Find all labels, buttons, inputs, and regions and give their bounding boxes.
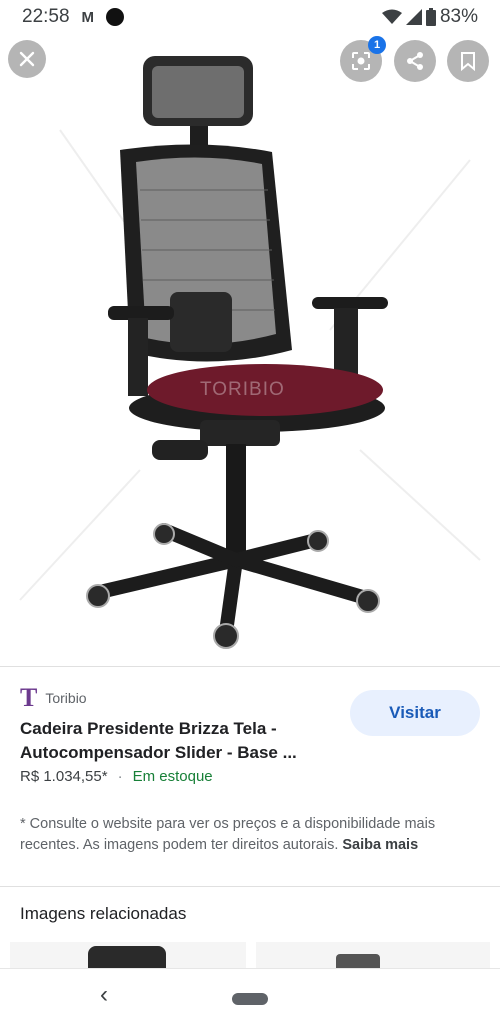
gmail-icon: M (81, 8, 95, 26)
learn-more-link[interactable]: Saiba mais (342, 837, 418, 853)
disclaimer: * Consulte o website para ver os preços … (20, 814, 470, 856)
price: R$ 1.034,55* (20, 768, 108, 785)
related-image-2[interactable] (256, 942, 490, 970)
source-name: Toribio (45, 690, 87, 706)
status-left: 22:58 M (22, 6, 125, 28)
home-pill[interactable] (232, 993, 268, 1005)
battery-percent: 83% (439, 6, 478, 27)
lens-icon (352, 52, 370, 70)
lens-button[interactable]: 1 (340, 36, 386, 82)
lens-badge: 1 (368, 36, 386, 54)
image-viewer[interactable]: TORIBIO 1 (0, 34, 500, 666)
share-button[interactable] (394, 40, 436, 82)
price-row: R$ 1.034,55* · Em estoque (20, 768, 213, 785)
close-icon (19, 51, 35, 67)
section-divider (0, 886, 500, 887)
share-icon (407, 52, 423, 70)
status-bar: 22:58 M 83% (0, 0, 500, 34)
image-divider (0, 666, 500, 667)
back-button[interactable]: ‹ (100, 981, 108, 1009)
source-logo: T (20, 683, 38, 712)
wifi-icon (381, 9, 402, 24)
battery-icon (425, 8, 436, 26)
bookmark-button[interactable] (447, 40, 489, 82)
system-nav-bar: ‹ (0, 968, 500, 1029)
related-images-title: Imagens relacionadas (20, 904, 187, 923)
signal-icon (405, 9, 422, 25)
related-image-1[interactable] (10, 942, 246, 970)
notification-dot-icon (106, 8, 125, 26)
close-button[interactable] (8, 40, 46, 78)
availability: Em estoque (132, 768, 213, 785)
clock: 22:58 (22, 6, 70, 27)
office-chair-image: TORIBIO (19, 56, 481, 649)
product-title[interactable]: Cadeira Presidente Brizza Tela - Autocom… (20, 717, 320, 765)
separator: · (117, 768, 123, 785)
bookmark-icon (461, 52, 475, 71)
watermark: TORIBIO (200, 379, 285, 400)
related-image-1-chair (88, 946, 166, 970)
status-right: 83% (381, 6, 478, 28)
visit-button[interactable]: Visitar (350, 690, 480, 736)
source-row[interactable]: T Toribio (20, 683, 87, 712)
